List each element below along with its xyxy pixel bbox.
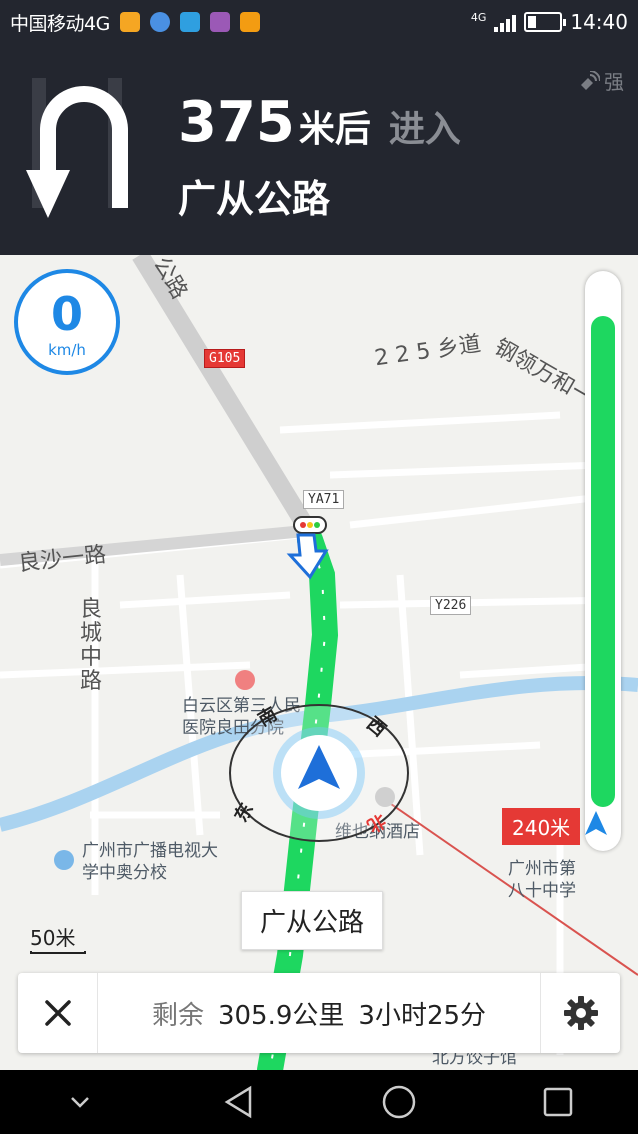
weibo-icon (119, 12, 140, 32)
exit-navigation-button[interactable] (18, 973, 98, 1053)
back-triangle-icon (224, 1085, 252, 1119)
gps-signal: 强 (578, 66, 624, 95)
gps-strength-label: 强 (604, 70, 624, 94)
next-distance-tag: 240米 (502, 808, 581, 845)
distance-unit: 米后 (298, 109, 371, 150)
remaining-info: 剩余 305.9公里 3小时25分 (98, 995, 540, 1032)
settings-button[interactable] (540, 973, 620, 1053)
recents-button[interactable] (528, 1072, 588, 1132)
shield-ya71: YA71 (303, 490, 345, 509)
remaining-time: 3小时25分 (358, 1000, 487, 1031)
gear-icon (563, 996, 598, 1030)
telegram-icon (179, 12, 200, 32)
recents-square-icon (544, 1087, 573, 1117)
map-label-school-right: 广州市第八十中学 (508, 859, 576, 901)
guidance-panel: 375 米后 进入 广从公路 强 (0, 44, 638, 255)
speed-gauge: 0 km/h (14, 269, 120, 375)
system-nav-bar (0, 1070, 638, 1134)
gallery-icon (209, 12, 230, 32)
u-turn-icon (26, 78, 128, 218)
turn-action: 进入 (388, 109, 461, 150)
distance-value: 375 (178, 90, 295, 155)
map-label-school-left: 广州市广播电视大学中奥分校 (82, 841, 218, 883)
trip-summary-panel: 剩余 305.9公里 3小时25分 (18, 973, 620, 1053)
speed-unit: km/h (48, 341, 86, 359)
back-button[interactable] (209, 1072, 269, 1132)
chevron-down-icon (70, 1097, 89, 1108)
status-bar: 中国移动4G 4G 14:40 (0, 0, 638, 44)
compass[interactable]: 南 西 东 北 (228, 703, 410, 843)
route-progress-fill (591, 316, 615, 807)
network-type: 4G (470, 10, 487, 24)
scale-label: 50米 (30, 926, 76, 950)
remaining-label: 剩余 (151, 1000, 204, 1031)
satellite-icon (581, 70, 600, 90)
map-scale: 50米 (30, 922, 86, 954)
app-icon (239, 12, 260, 32)
home-button[interactable] (369, 1072, 429, 1132)
signal-icon (494, 12, 517, 32)
carrier-label: 中国移动4G (10, 12, 110, 35)
hide-nav-button[interactable] (50, 1072, 110, 1132)
close-icon (44, 1000, 71, 1026)
map-label-liangcheng-road: 良城中路 (80, 597, 103, 694)
shield-y226: Y226 (430, 596, 472, 615)
map-view[interactable]: 公路 2 2 5 乡道 钢领万和一 良沙一路 良城中路 白云区第三人民医院良田分… (0, 255, 638, 1070)
notification-icons (119, 12, 260, 32)
location-app-icon (149, 12, 170, 32)
shield-g105: G105 (204, 349, 246, 368)
remaining-distance: 305.9公里 (217, 1000, 345, 1031)
clock: 14:40 (570, 10, 628, 34)
current-road-label: 广从公路 (241, 891, 384, 950)
progress-car-icon (585, 811, 621, 847)
battery-icon (524, 12, 567, 32)
next-road-name: 广从公路 (178, 177, 331, 221)
home-circle-icon (382, 1085, 415, 1119)
route-progress-bar (585, 271, 621, 851)
speed-value: 0 (50, 287, 83, 341)
scale-bar (30, 951, 86, 954)
